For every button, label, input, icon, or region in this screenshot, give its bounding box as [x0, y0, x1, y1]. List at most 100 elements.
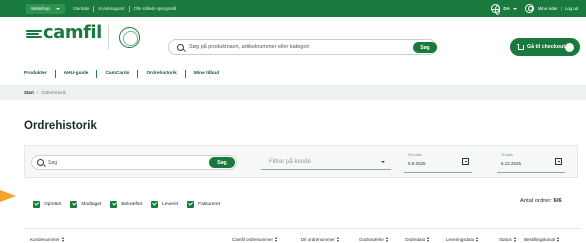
- checkout-button[interactable]: Gå til checkout: [510, 38, 580, 56]
- status-checkbox-bekraeftet[interactable]: Bekræftet: [110, 200, 143, 208]
- order-search-button[interactable]: Søg: [209, 157, 235, 168]
- status-checkbox-leveret[interactable]: Leveret: [151, 200, 179, 208]
- status-label: Leveret: [162, 201, 179, 207]
- chevron-down-icon: [381, 161, 385, 163]
- nav-item-produkter[interactable]: Produkter: [24, 70, 55, 78]
- order-table-header: Kundenummer Camfil ordrenummer Dit ordre…: [24, 228, 580, 243]
- sort-icon: [513, 237, 517, 242]
- breadcrumb-home[interactable]: Start: [24, 90, 34, 95]
- checkbox-checked-icon[interactable]: [187, 200, 195, 208]
- search-placeholder: Søg på produktnavn, artikelnummer eller …: [189, 44, 310, 50]
- logo-divider: [108, 25, 109, 50]
- order-count-label: Antal ordrer:: [520, 198, 552, 204]
- column-label: Bestillingskanal: [524, 237, 556, 242]
- webshop-dropdown[interactable]: Webshop: [26, 3, 65, 14]
- search-icon: [177, 43, 184, 51]
- cart-count-badge: [565, 42, 574, 52]
- top-bar: Webshop Startside Kundesupport Ofte stil…: [0, 0, 586, 17]
- column-header-godsmaerke[interactable]: Godsmærke: [359, 237, 389, 242]
- chevron-down-icon: [512, 7, 517, 10]
- sort-icon: [385, 237, 389, 242]
- user-icon: [524, 4, 534, 13]
- top-bar-right: DA Mine sider | Log ud: [491, 3, 578, 15]
- column-label: Godsmærke: [359, 237, 384, 242]
- column-header-leveringsdato[interactable]: Leveringsdato: [446, 237, 479, 242]
- separator: |: [560, 6, 562, 11]
- status-filters: Oprettet Modtaget Bekræftet Leveret Fakt…: [33, 200, 229, 208]
- column-header-kundenummer[interactable]: Kundenummer: [30, 237, 65, 242]
- customer-filter-select[interactable]: Filtrer på kunde: [261, 155, 391, 170]
- column-header-bestillingskanal[interactable]: Bestillingskanal: [524, 237, 560, 242]
- date-from-field[interactable]: Fra dato 9.9.2025: [404, 153, 472, 173]
- nav-item-mine-tilbud[interactable]: Mine tilbud: [184, 70, 227, 78]
- main-nav: Produkter AHU-guide CamCards Ordrehistor…: [24, 70, 227, 78]
- status-label: Faktureret: [198, 201, 221, 207]
- order-count: Antal ordrer: 6/6: [520, 198, 562, 204]
- search-icon: [37, 159, 44, 166]
- column-label: Camfil ordrenummer: [232, 237, 274, 242]
- date-from-value: 9.9.2025: [408, 161, 426, 166]
- order-search-input[interactable]: Søg: [31, 155, 237, 170]
- checkbox-checked-icon[interactable]: [110, 200, 118, 208]
- webshop-label: Webshop: [31, 6, 50, 11]
- date-to-value: 6.12.2025: [501, 161, 522, 166]
- calendar-icon[interactable]: [555, 158, 562, 165]
- sort-icon: [275, 237, 278, 242]
- column-label: Status: [499, 237, 512, 242]
- column-header-camfil-ordrenummer[interactable]: Camfil ordrenummer: [232, 237, 278, 242]
- checkbox-checked-icon[interactable]: [151, 200, 159, 208]
- breadcrumb-current: Ordrehistorik: [41, 90, 66, 95]
- top-link-faq[interactable]: Ofte stillede spørgsmål: [128, 5, 181, 12]
- sort-icon: [476, 237, 479, 242]
- page-title: Ordrehistorik: [24, 120, 97, 132]
- camfil-logo-arrow-icon: [26, 29, 42, 38]
- checkbox-checked-icon[interactable]: [33, 200, 40, 208]
- top-bar-left: Webshop Startside Kundesupport Ofte stil…: [26, 3, 180, 14]
- account-area: Mine sider | Log ud: [524, 4, 578, 13]
- language-label: DA: [503, 6, 510, 11]
- nav-item-camcards[interactable]: CamCards: [96, 70, 137, 78]
- breadcrumb: Start › Ordrehistorik: [24, 90, 66, 95]
- nav-item-ordrehistorik[interactable]: Ordrehistorik: [137, 70, 184, 78]
- date-from-label: Fra dato: [408, 153, 422, 157]
- camfil-logo[interactable]: camfil: [26, 24, 102, 42]
- status-label: Oprettet: [44, 201, 62, 207]
- my-pages-link[interactable]: Mine sider: [538, 6, 558, 11]
- date-to-field[interactable]: Til dato 6.12.2025: [497, 153, 565, 173]
- sort-icon: [336, 237, 340, 242]
- top-link-kundesupport[interactable]: Kundesupport: [93, 5, 128, 12]
- column-header-status[interactable]: Status: [499, 237, 517, 242]
- header-search-button[interactable]: Søg: [413, 42, 437, 53]
- column-header-ordredato[interactable]: Ordredato: [405, 237, 430, 242]
- order-search-placeholder: Søg: [48, 159, 58, 166]
- sort-icon: [557, 237, 560, 242]
- calendar-icon[interactable]: [462, 158, 469, 165]
- order-count-value: 6/6: [553, 198, 562, 204]
- column-label: Kundenummer: [30, 237, 60, 242]
- logo-text: camfil: [43, 22, 102, 43]
- breadcrumb-bar: [0, 85, 586, 100]
- language-selector[interactable]: DA: [491, 4, 517, 15]
- checkbox-checked-icon[interactable]: [70, 200, 78, 208]
- nav-item-ahu-guide[interactable]: AHU-guide: [54, 70, 97, 78]
- status-checkbox-oprettet[interactable]: Oprettet: [33, 200, 62, 208]
- pointer-arrow-icon: [0, 190, 16, 202]
- sort-icon: [427, 237, 430, 242]
- column-label: Dit ordrenummer: [301, 237, 335, 242]
- breadcrumb-arrow-icon: ›: [36, 90, 39, 95]
- sort-icon: [61, 237, 65, 242]
- cart-icon: [517, 43, 524, 50]
- logout-link[interactable]: Log ud: [565, 6, 578, 11]
- date-to-label: Til dato: [501, 153, 513, 157]
- status-label: Modtaget: [81, 201, 102, 207]
- column-label: Ordredato: [405, 237, 426, 242]
- product-search-input[interactable]: Søg på produktnavn, artikelnummer eller …: [168, 39, 437, 55]
- column-header-dit-ordrenummer[interactable]: Dit ordrenummer: [301, 237, 340, 242]
- status-checkbox-modtaget[interactable]: Modtaget: [70, 200, 102, 208]
- status-checkbox-faktureret[interactable]: Faktureret: [187, 200, 221, 208]
- status-label: Bekræftet: [121, 201, 143, 207]
- filter-panel: Søg Søg Filtrer på kunde Fra dato 9.9.20…: [24, 145, 578, 178]
- globe-icon: [491, 4, 501, 15]
- top-link-startside[interactable]: Startside: [71, 6, 94, 12]
- checkout-label: Gå til checkout: [527, 44, 565, 50]
